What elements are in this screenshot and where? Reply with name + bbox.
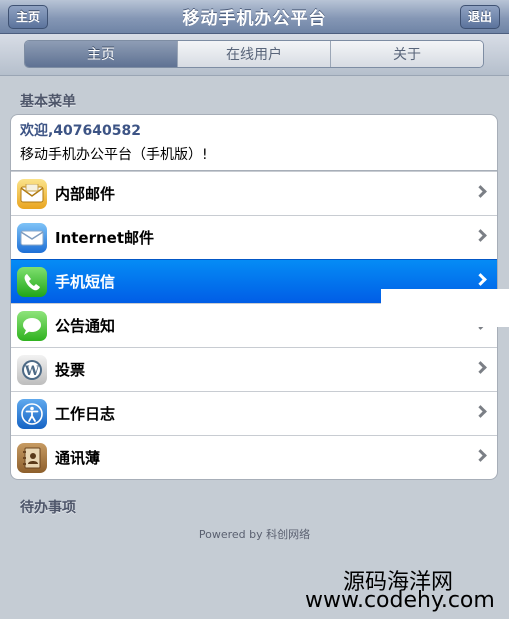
phone-icon [17, 266, 47, 297]
menu-item-label: 投票 [55, 361, 86, 379]
internet-mail-icon [17, 222, 47, 253]
menu-item-address-book[interactable]: 通讯薄 [11, 435, 497, 479]
home-button[interactable]: 主页 [8, 5, 49, 29]
chevron-right-icon [474, 361, 487, 374]
svg-text:W: W [24, 364, 40, 379]
watermark-url: www.codehy.com [305, 588, 495, 613]
menu-item-label: 通讯薄 [55, 449, 101, 467]
menu-item-label: 手机短信 [55, 273, 116, 291]
welcome-text: 欢迎,407640582 [20, 123, 141, 139]
accessibility-icon [17, 398, 47, 429]
menu-item-label: Internet邮件 [55, 229, 155, 247]
menu-item-internal-mail[interactable]: 内部邮件 [11, 171, 497, 215]
message-bubble-icon [17, 310, 47, 341]
page-title: 移动手机办公平台 [182, 9, 327, 29]
chevron-right-icon [474, 273, 487, 286]
menu-item-internet-mail[interactable]: Internet邮件 [11, 215, 497, 259]
mail-icon [17, 178, 47, 209]
platform-text: 移动手机办公平台（手机版）! [20, 147, 208, 163]
tab-home[interactable]: 主页 [25, 41, 177, 67]
welcome-card: 欢迎,407640582 移动手机办公平台（手机版）! [10, 114, 498, 170]
white-overlay [381, 289, 509, 327]
tab-online-users[interactable]: 在线用户 [177, 41, 330, 67]
chevron-right-icon [474, 229, 487, 242]
address-book-icon [17, 442, 47, 473]
powered-by: Powered by 科创网络 [198, 528, 311, 541]
chevron-right-icon [474, 449, 487, 462]
wordpress-icon: W [17, 354, 47, 385]
menu-item-label: 内部邮件 [55, 185, 116, 203]
tab-bar: 主页 在线用户 关于 [0, 34, 509, 76]
menu-item-vote[interactable]: W 投票 [11, 347, 497, 391]
segmented-control: 主页 在线用户 关于 [24, 40, 484, 68]
basic-menu-heading: 基本菜单 [20, 94, 76, 110]
nav-bar: 主页 移动手机办公平台 退出 [0, 0, 509, 34]
chevron-right-icon [474, 185, 487, 198]
tab-about[interactable]: 关于 [330, 41, 483, 67]
menu-item-work-log[interactable]: 工作日志 [11, 391, 497, 435]
logout-button[interactable]: 退出 [459, 5, 500, 29]
menu-item-label: 公告通知 [55, 317, 116, 335]
chevron-right-icon [474, 405, 487, 418]
todo-heading: 待办事项 [20, 500, 76, 516]
menu-item-label: 工作日志 [55, 405, 116, 423]
